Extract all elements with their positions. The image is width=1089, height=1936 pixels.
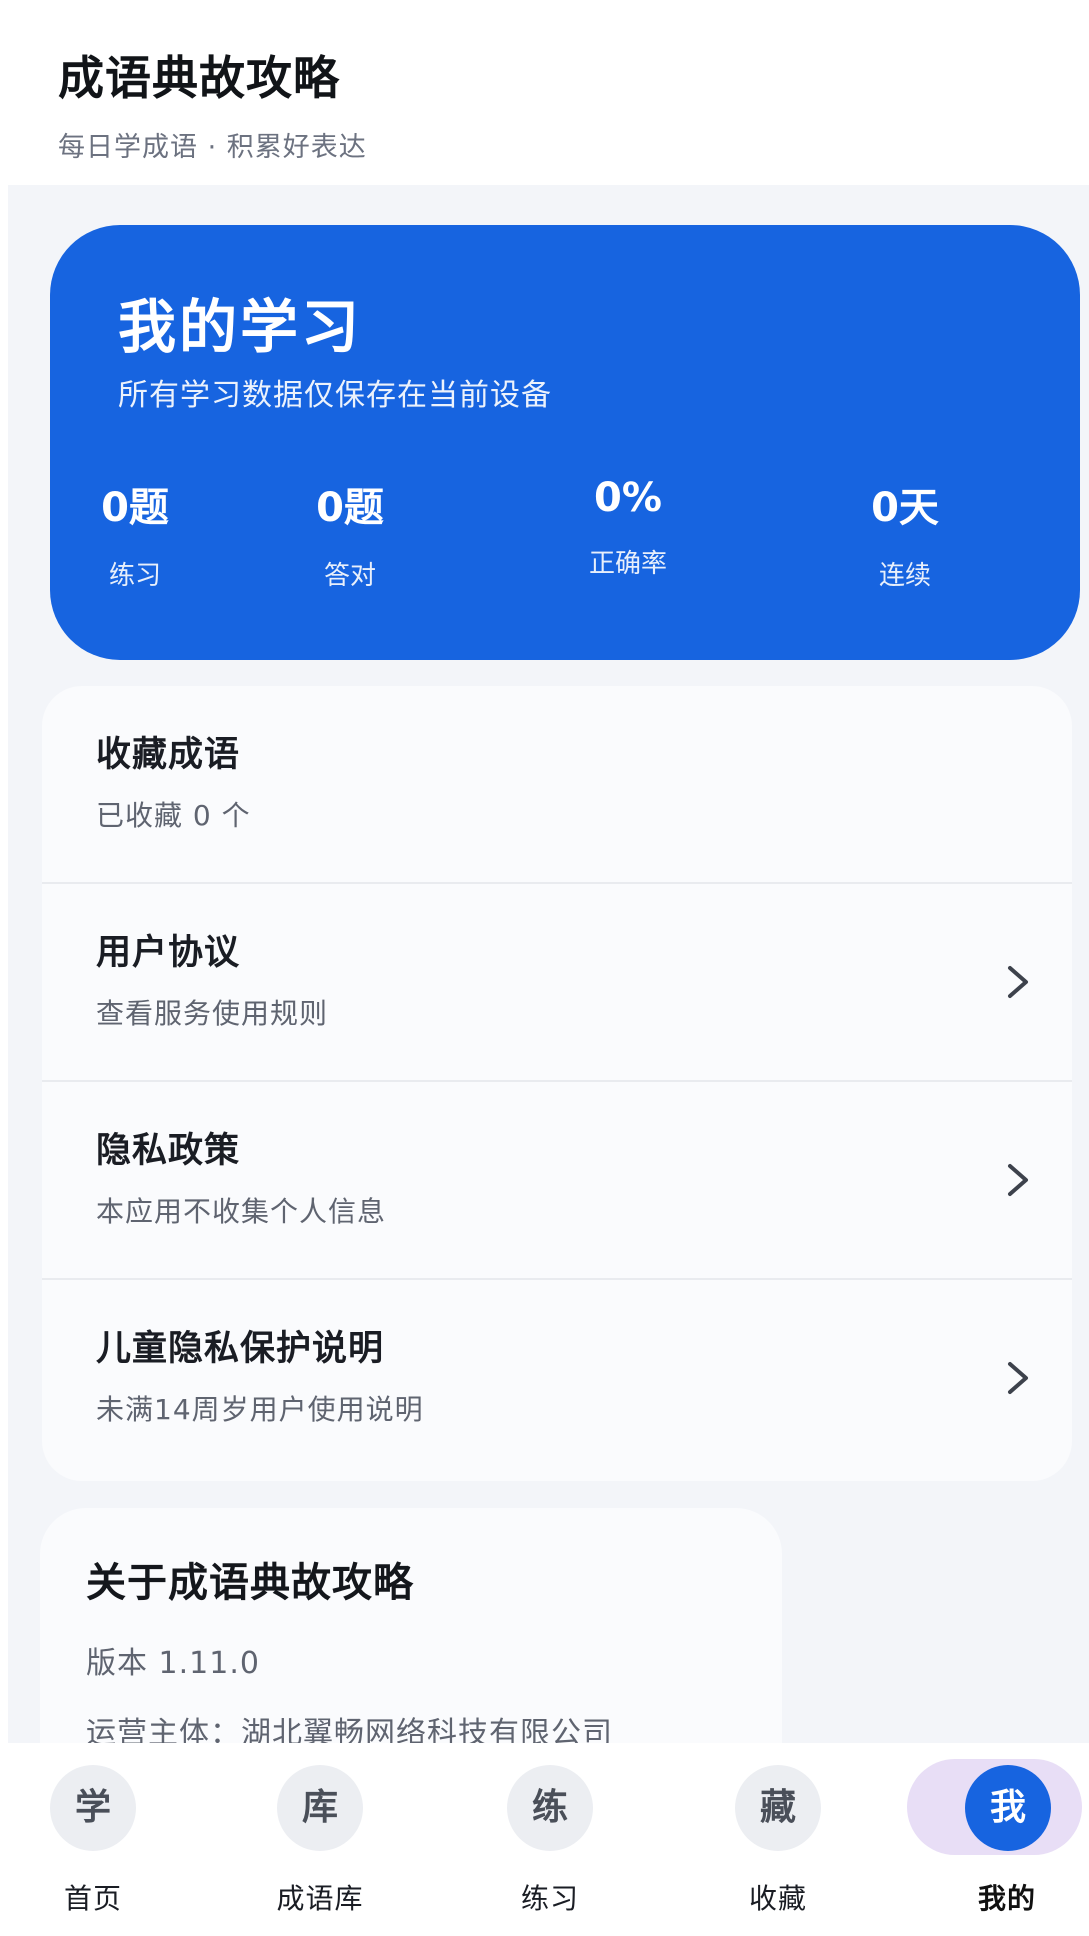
stat-value: 0题 [316, 485, 384, 531]
stat-streak: 0天 连续 [805, 475, 1005, 592]
chevron-right-icon [1008, 1164, 1028, 1196]
list-item-favorites[interactable]: 收藏成语 已收藏 0 个 [42, 686, 1072, 884]
mine-icon: 我 [965, 1765, 1051, 1851]
list-item-title: 用户协议 [96, 933, 241, 973]
list-item-title: 隐私政策 [96, 1131, 241, 1171]
stat-value: 0题 [101, 485, 169, 531]
tab-label: 成语库 [276, 1882, 364, 1915]
profile-page: 成语典故攻略 每日学成语 · 积累好表达 我的学习 所有学习数据仅保存在当前设备… [0, 0, 1089, 1936]
about-version: 版本 1.11.0 [86, 1646, 260, 1681]
list-item-desc: 本应用不收集个人信息 [96, 1195, 387, 1228]
tab-favorites[interactable]: 藏 收藏 [678, 1765, 878, 1925]
stat-label: 练习 [108, 561, 161, 591]
tab-label: 收藏 [748, 1882, 807, 1915]
list-item-desc: 已收藏 0 个 [96, 799, 251, 832]
chevron-right-icon [1008, 966, 1028, 998]
list-item-desc: 未满14周岁用户使用说明 [96, 1393, 424, 1426]
tab-label: 我的 [977, 1882, 1036, 1915]
my-learning-title: 我的学习 [118, 293, 363, 361]
page-header: 成语典故攻略 每日学成语 · 积累好表达 [0, 0, 1089, 185]
list-item-child-privacy[interactable]: 儿童隐私保护说明 未满14周岁用户使用说明 [42, 1280, 1072, 1478]
library-icon: 库 [277, 1765, 363, 1851]
list-item-title: 收藏成语 [96, 735, 241, 775]
settings-list: 收藏成语 已收藏 0 个 用户协议 查看服务使用规则 隐私政策 本应用不收集个人… [42, 686, 1072, 1481]
stat-value: 0% [594, 475, 662, 521]
stat-value: 0天 [871, 485, 939, 531]
list-item-title: 儿童隐私保护说明 [96, 1329, 385, 1369]
tab-idiom-library[interactable]: 库 成语库 [220, 1765, 420, 1925]
stat-label: 正确率 [588, 549, 667, 579]
tab-practice[interactable]: 练 练习 [450, 1765, 650, 1925]
study-icon: 学 [50, 1765, 136, 1851]
stat-label: 答对 [323, 561, 376, 591]
my-learning-card: 我的学习 所有学习数据仅保存在当前设备 0题 练习 0题 答对 0% 正确率 0… [50, 225, 1080, 660]
stat-practice: 0题 练习 [35, 475, 235, 592]
app-title: 成语典故攻略 [58, 51, 340, 105]
chevron-right-icon [1008, 1362, 1028, 1394]
favorites-icon: 藏 [735, 1765, 821, 1851]
tab-mine[interactable]: 我 我的 [907, 1759, 1089, 1925]
stat-label: 连续 [878, 561, 931, 591]
list-item-privacy-policy[interactable]: 隐私政策 本应用不收集个人信息 [42, 1082, 1072, 1280]
stat-accuracy: 0% 正确率 [528, 475, 728, 580]
my-learning-subtitle: 所有学习数据仅保存在当前设备 [118, 378, 552, 413]
tab-home[interactable]: 学 首页 [0, 1765, 193, 1925]
stat-correct: 0题 答对 [250, 475, 450, 592]
tab-label: 首页 [63, 1882, 122, 1915]
list-item-user-agreement[interactable]: 用户协议 查看服务使用规则 [42, 884, 1072, 1082]
app-subtitle: 每日学成语 · 积累好表达 [58, 132, 367, 163]
tab-label: 练习 [520, 1882, 579, 1915]
list-item-desc: 查看服务使用规则 [96, 997, 329, 1030]
about-title: 关于成语典故攻略 [86, 1560, 414, 1606]
practice-icon: 练 [507, 1765, 593, 1851]
bottom-tab-bar: 学 首页 库 成语库 练 练习 藏 收藏 我 我的 [0, 1743, 1089, 1936]
